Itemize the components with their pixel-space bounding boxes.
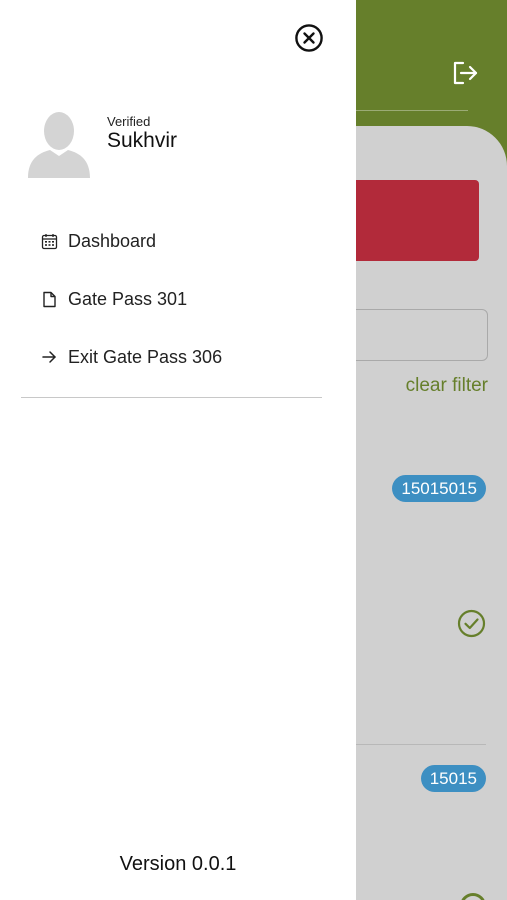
header-divider bbox=[356, 110, 468, 111]
arrow-right-icon bbox=[40, 348, 58, 366]
menu-item-label: Dashboard bbox=[68, 230, 157, 251]
menu-item-gate-pass-301[interactable]: Gate Pass 301 bbox=[40, 270, 330, 328]
id-badge: 15015015 bbox=[392, 475, 486, 502]
clear-filter-link[interactable]: clear filter bbox=[406, 375, 488, 397]
id-badge: 15015 bbox=[420, 765, 486, 792]
close-icon[interactable] bbox=[294, 23, 324, 53]
drawer-menu: Dashboard Gate Pass 301 Exit Gate Pass 3… bbox=[40, 212, 330, 386]
version-label: Version 0.0.1 bbox=[119, 853, 237, 875]
menu-item-exit-gate-pass-306[interactable]: Exit Gate Pass 306 bbox=[40, 328, 330, 386]
user-name: Sukhvir bbox=[107, 129, 178, 152]
document-icon bbox=[40, 290, 58, 308]
app-screen: clear filter 15015015 15015 Verified Suk… bbox=[0, 0, 507, 900]
avatar-icon bbox=[28, 108, 90, 178]
list-divider bbox=[356, 744, 486, 745]
user-status: Verified bbox=[107, 114, 151, 129]
check-circle-icon[interactable] bbox=[457, 609, 486, 638]
menu-item-label: Gate Pass 301 bbox=[68, 288, 188, 309]
calendar-icon bbox=[40, 232, 58, 250]
menu-item-label: Exit Gate Pass 306 bbox=[68, 346, 223, 367]
navigation-drawer: Verified Sukhvir Dashboard Gate Pass 301… bbox=[0, 0, 356, 900]
logout-icon[interactable] bbox=[450, 58, 480, 88]
menu-item-dashboard[interactable]: Dashboard bbox=[40, 212, 330, 270]
drawer-divider bbox=[21, 397, 322, 398]
